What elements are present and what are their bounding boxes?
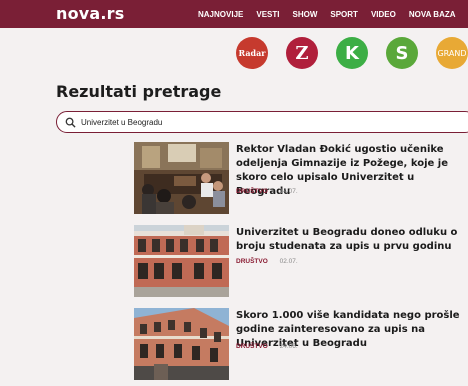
brand-kids-link[interactable]: K	[336, 37, 368, 69]
result-item[interactable]: Skoro 1.000 više kandidata nego prošle g…	[134, 308, 468, 382]
nav-item-sport[interactable]: SPORT	[330, 10, 358, 19]
category-label[interactable]: DRUŠTVO	[236, 188, 268, 195]
top-navigation-bar: nova.rs NAJNOVIJE VESTI SHOW SPORT VIDEO…	[0, 0, 468, 28]
date-label: 24.06.	[279, 343, 298, 350]
brand-radar-link[interactable]: Radar	[236, 37, 268, 69]
result-meta: DRUŠTVO 14.07.	[236, 188, 298, 195]
brand-grand-link[interactable]: GRAND	[436, 37, 468, 69]
brand-sport-link[interactable]: S	[386, 37, 418, 69]
result-thumbnail[interactable]	[134, 142, 229, 214]
result-meta: DRUŠTVO 02.07.	[236, 258, 298, 265]
category-label[interactable]: DRUŠTVO	[236, 258, 268, 265]
nav-item-najnovije[interactable]: NAJNOVIJE	[198, 10, 243, 19]
category-label[interactable]: DRUŠTVO	[236, 343, 268, 350]
nav-item-show[interactable]: SHOW	[292, 10, 317, 19]
result-meta: DRUŠTVO 24.06.	[236, 343, 298, 350]
brand-zena-link[interactable]: Z	[286, 37, 318, 69]
result-thumbnail[interactable]	[134, 225, 229, 297]
search-bar	[56, 111, 468, 133]
result-item[interactable]: Rektor Vladan Đokić ugostio učenike odel…	[134, 142, 468, 216]
search-icon[interactable]	[65, 117, 76, 128]
main-nav: NAJNOVIJE VESTI SHOW SPORT VIDEO NOVA BA…	[198, 0, 468, 28]
result-item[interactable]: Univerzitet u Beogradu doneo odluku o br…	[134, 225, 468, 299]
search-input[interactable]	[81, 117, 461, 127]
nav-item-video[interactable]: VIDEO	[371, 10, 396, 19]
nav-item-nova-baza[interactable]: NOVA BAZA	[409, 10, 456, 19]
nav-item-vesti[interactable]: VESTI	[256, 10, 279, 19]
page-title: Rezultati pretrage	[56, 82, 222, 101]
result-title[interactable]: Univerzitet u Beogradu doneo odluku o br…	[236, 226, 462, 254]
date-label: 02.07.	[279, 258, 298, 265]
date-label: 14.07.	[279, 188, 298, 195]
result-thumbnail[interactable]	[134, 308, 229, 380]
site-logo[interactable]: nova.rs	[56, 4, 125, 23]
brand-links: Radar Z K S GRAND	[236, 37, 468, 71]
